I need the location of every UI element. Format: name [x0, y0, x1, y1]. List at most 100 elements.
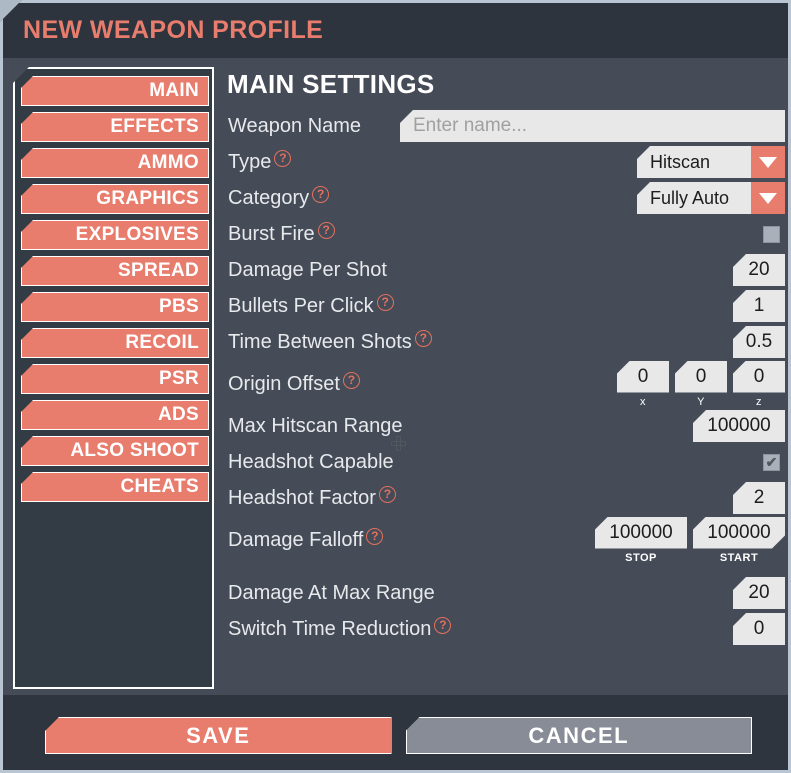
- row-damage-per-shot: Damage Per Shot 20: [225, 252, 785, 288]
- sidebar-item-explosives[interactable]: EXPLOSIVES: [21, 220, 209, 250]
- burst-fire-control: [763, 216, 785, 252]
- switch-time-reduction-input[interactable]: 0: [733, 613, 785, 645]
- damage-per-shot-label: Damage Per Shot: [228, 258, 387, 281]
- help-icon-damage-falloff[interactable]: ?: [366, 527, 384, 545]
- sidebar-item-graphics[interactable]: GRAPHICS: [21, 184, 209, 214]
- damage-falloff-start-input[interactable]: 100000: [693, 517, 785, 549]
- damage-falloff-stop-input[interactable]: 100000: [595, 516, 687, 549]
- origin-offset-x-input[interactable]: 0: [617, 360, 669, 393]
- row-headshot-factor: Headshot Factor? 2: [225, 480, 785, 516]
- type-dropdown-value: Hitscan: [650, 151, 711, 172]
- sidebar-item-recoil[interactable]: RECOIL: [21, 328, 209, 358]
- max-hitscan-range-input[interactable]: 100000: [693, 410, 785, 442]
- bullets-per-click-label: Bullets Per Click: [228, 294, 374, 317]
- row-burst-fire: Burst Fire?: [225, 216, 785, 252]
- origin-offset-label: Origin Offset: [228, 372, 340, 395]
- origin-offset-control: 0 x 0 Y 0 z: [617, 360, 785, 408]
- weapon-name-control: [400, 108, 785, 144]
- row-origin-offset: Origin Offset? 0 x 0 Y 0 z: [225, 360, 785, 408]
- time-between-shots-control: 0.5: [733, 324, 785, 360]
- save-button[interactable]: SAVE: [45, 717, 392, 754]
- body-area: MAIN EFFECTS AMMO GRAPHICS EXPLOSIVES SP…: [3, 58, 788, 695]
- help-icon-origin-offset[interactable]: ?: [342, 371, 360, 389]
- sidebar-item-main[interactable]: MAIN: [21, 76, 209, 106]
- chevron-down-icon[interactable]: [751, 182, 785, 214]
- title-bar: NEW WEAPON PROFILE: [3, 3, 788, 58]
- footer-actions: SAVE CANCEL: [3, 695, 788, 770]
- help-icon-type[interactable]: ?: [274, 149, 292, 167]
- row-bullets-per-click: Bullets Per Click? 1: [225, 288, 785, 324]
- help-icon-headshot-factor[interactable]: ?: [378, 485, 396, 503]
- max-hitscan-range-label: Max Hitscan Range: [228, 414, 403, 437]
- origin-offset-x-sublabel: x: [640, 395, 646, 408]
- panel-title: MAIN SETTINGS: [227, 69, 435, 99]
- origin-offset-x-group: 0 x: [617, 360, 669, 408]
- row-time-between-shots: Time Between Shots? 0.5: [225, 324, 785, 360]
- max-hitscan-range-control: 100000: [693, 408, 785, 444]
- origin-offset-y-input[interactable]: 0: [675, 360, 727, 393]
- sidebar-item-spread[interactable]: SPREAD: [21, 256, 209, 286]
- time-between-shots-input[interactable]: 0.5: [733, 326, 785, 358]
- row-weapon-name: Weapon Name: [225, 108, 785, 144]
- help-icon-switch-time-reduction[interactable]: ?: [434, 616, 452, 634]
- sidebar-item-ammo[interactable]: AMMO: [21, 148, 209, 178]
- damage-per-shot-input[interactable]: 20: [733, 254, 785, 286]
- switch-time-reduction-control: 0: [733, 611, 785, 647]
- origin-offset-z-group: 0 z: [733, 360, 785, 408]
- sidebar-item-also-shoot[interactable]: ALSO SHOOT: [21, 436, 209, 466]
- damage-falloff-stop-sublabel: STOP: [625, 551, 657, 564]
- headshot-capable-checkbox[interactable]: ✔: [763, 453, 780, 471]
- damage-falloff-stop-group: 100000 STOP: [595, 516, 687, 564]
- sidebar-item-effects[interactable]: EFFECTS: [21, 112, 209, 142]
- category-dropdown[interactable]: Fully Auto: [637, 182, 785, 214]
- category-label: Category: [228, 186, 310, 209]
- help-icon-bullets-per-click[interactable]: ?: [376, 293, 394, 311]
- switch-time-reduction-label: Switch Time Reduction: [228, 617, 432, 640]
- burst-fire-checkbox[interactable]: [763, 225, 780, 243]
- help-icon-time-between-shots[interactable]: ?: [414, 329, 432, 347]
- help-icon-burst-fire[interactable]: ?: [317, 221, 335, 239]
- headshot-factor-label: Headshot Factor: [228, 486, 376, 509]
- damage-at-max-range-label: Damage At Max Range: [228, 581, 435, 604]
- damage-falloff-control: 100000 STOP 100000 START: [595, 516, 785, 564]
- origin-offset-z-sublabel: z: [756, 395, 762, 408]
- headshot-factor-input[interactable]: 2: [733, 482, 785, 514]
- help-icon-category[interactable]: ?: [312, 185, 330, 203]
- type-label: Type: [228, 150, 272, 173]
- row-switch-time-reduction: Switch Time Reduction? 0: [225, 611, 785, 647]
- row-damage-falloff: Damage Falloff? 100000 STOP 100000 START: [225, 516, 785, 564]
- burst-fire-label: Burst Fire: [228, 222, 315, 245]
- bullets-per-click-input[interactable]: 1: [733, 290, 785, 322]
- headshot-capable-control: ✔: [763, 444, 785, 480]
- chevron-down-icon[interactable]: [751, 146, 785, 178]
- headshot-factor-control: 2: [733, 480, 785, 516]
- weapon-name-label: Weapon Name: [228, 114, 362, 137]
- type-dropdown[interactable]: Hitscan: [637, 146, 785, 178]
- damage-falloff-start-sublabel: START: [719, 551, 759, 564]
- category-control: Fully Auto: [637, 180, 785, 216]
- sidebar-nav: MAIN EFFECTS AMMO GRAPHICS EXPLOSIVES SP…: [13, 67, 214, 689]
- origin-offset-y-sublabel: Y: [697, 395, 705, 408]
- damage-per-shot-control: 20: [733, 252, 785, 288]
- type-control: Hitscan: [637, 144, 785, 180]
- check-icon: ✔: [765, 454, 778, 470]
- bullets-per-click-control: 1: [733, 288, 785, 324]
- sidebar-item-cheats[interactable]: CHEATS: [21, 472, 209, 502]
- new-weapon-profile-window: NEW WEAPON PROFILE MAIN EFFECTS AMMO GRA…: [0, 0, 791, 773]
- origin-offset-y-group: 0 Y: [675, 360, 727, 408]
- window-title: NEW WEAPON PROFILE: [23, 16, 324, 44]
- time-between-shots-label: Time Between Shots: [228, 330, 412, 353]
- sidebar-item-ads[interactable]: ADS: [21, 400, 209, 430]
- damage-at-max-range-input[interactable]: 20: [733, 577, 785, 609]
- damage-falloff-label: Damage Falloff: [228, 528, 364, 551]
- sidebar-item-psr[interactable]: PSR: [21, 364, 209, 394]
- category-dropdown-value: Fully Auto: [650, 187, 730, 208]
- damage-at-max-range-control: 20: [733, 575, 785, 611]
- damage-falloff-group: 100000 STOP 100000 START: [595, 516, 785, 564]
- row-damage-at-max-range: Damage At Max Range 20: [225, 575, 785, 611]
- weapon-name-input[interactable]: [400, 110, 785, 142]
- origin-offset-z-input[interactable]: 0: [733, 360, 785, 393]
- row-type: Type? Hitscan: [225, 144, 785, 180]
- cancel-button[interactable]: CANCEL: [405, 717, 752, 754]
- sidebar-item-pbs[interactable]: PBS: [21, 292, 209, 322]
